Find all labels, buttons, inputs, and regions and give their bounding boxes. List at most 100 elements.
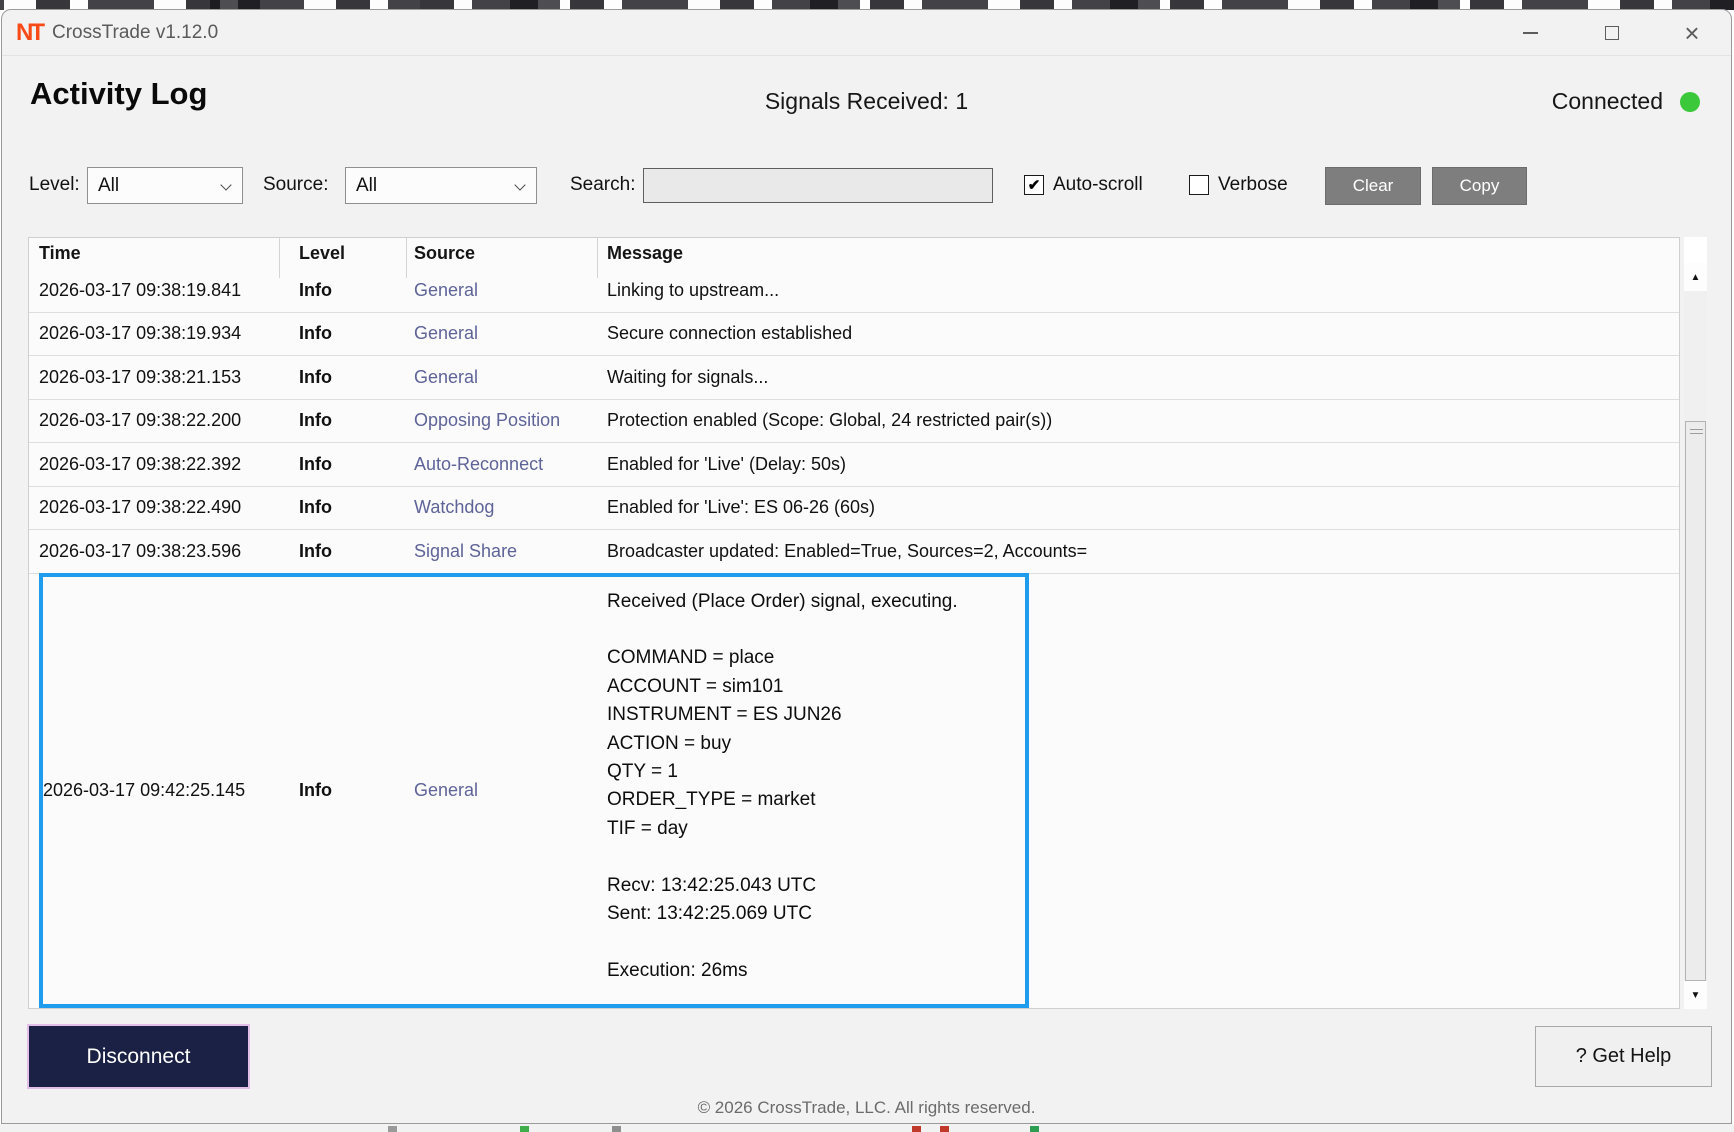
message-line: ACTION = buy (607, 730, 1025, 758)
maximize-icon (1605, 26, 1619, 40)
desktop-speck (388, 1126, 397, 1132)
autoscroll-checkbox[interactable]: ✔ (1024, 175, 1044, 195)
cell-source[interactable]: Auto-Reconnect (406, 454, 597, 475)
cell-message: Secure connection established (597, 323, 1679, 344)
disconnect-button[interactable]: Disconnect (29, 1026, 248, 1087)
message-line: QTY = 1 (607, 758, 1025, 786)
check-icon: ✔ (1028, 176, 1041, 194)
level-filter-value: All (98, 175, 119, 197)
source-filter-label: Source: (263, 174, 328, 196)
cell-time: 2026-03-17 09:38:23.596 (29, 541, 279, 562)
copy-button[interactable]: Copy (1432, 167, 1527, 205)
app-logo-icon: NT (16, 19, 42, 47)
level-filter-select[interactable]: All (87, 167, 243, 204)
message-line (607, 928, 1025, 956)
column-header-level[interactable]: Level (279, 243, 406, 264)
desktop-edge-artifact (0, 1124, 1734, 1132)
cell-level: Info (279, 541, 406, 562)
app-window: NT CrossTrade v1.12.0 × Activity Log Sig… (1, 9, 1732, 1124)
cell-message: Enabled for 'Live' (Delay: 50s) (597, 454, 1679, 475)
log-row[interactable]: 2026-03-17 09:38:21.153InfoGeneralWaitin… (29, 356, 1679, 400)
search-label: Search: (570, 174, 635, 196)
log-rows: 2026-03-17 09:38:19.841InfoGeneralLinkin… (29, 269, 1679, 1008)
window-title: CrossTrade v1.12.0 (52, 22, 218, 44)
table-header-row: Time Level Source Message (29, 238, 1679, 269)
cell-level: Info (279, 497, 406, 518)
cell-source[interactable]: General (406, 367, 597, 388)
verbose-label: Verbose (1218, 174, 1288, 196)
column-header-source[interactable]: Source (406, 243, 597, 264)
connection-status-label: Connected (1552, 88, 1663, 115)
vertical-scrollbar[interactable]: ▲ ▼ (1684, 237, 1707, 1009)
cell-source[interactable]: Opposing Position (406, 410, 597, 431)
cell-time: 2026-03-17 09:38:19.841 (29, 280, 279, 301)
cell-level: Info (279, 454, 406, 475)
scrollbar-corner (1684, 237, 1707, 263)
scroll-down-button[interactable]: ▼ (1684, 981, 1707, 1009)
signals-received-counter: Signals Received: 1 (2, 88, 1731, 115)
scroll-down-icon: ▼ (1691, 990, 1701, 1001)
cell-level: Info (279, 577, 406, 1005)
cell-source[interactable]: General (406, 577, 597, 1005)
status-dot-icon (1680, 92, 1700, 112)
verbose-checkbox[interactable] (1189, 175, 1209, 195)
maximize-button[interactable] (1582, 10, 1642, 56)
cell-source[interactable]: General (406, 323, 597, 344)
cell-message: Enabled for 'Live': ES 06-26 (60s) (597, 497, 1679, 518)
message-line: ACCOUNT = sim101 (607, 673, 1025, 701)
message-line: ORDER_TYPE = market (607, 786, 1025, 814)
log-row[interactable]: 2026-03-17 09:38:23.596InfoSignal ShareB… (29, 530, 1679, 574)
close-icon: × (1684, 20, 1699, 46)
source-filter-value: All (356, 175, 377, 197)
column-divider (597, 238, 598, 278)
search-input[interactable] (643, 168, 993, 203)
scroll-up-button[interactable]: ▲ (1684, 263, 1707, 291)
cell-source[interactable]: Watchdog (406, 497, 597, 518)
scroll-up-icon: ▲ (1691, 272, 1701, 283)
message-line: Sent: 13:42:25.069 UTC (607, 900, 1025, 928)
cell-time: 2026-03-17 09:42:25.145 (43, 577, 279, 1005)
cell-time: 2026-03-17 09:38:22.200 (29, 410, 279, 431)
message-line: TIF = day (607, 815, 1025, 843)
chevron-down-icon (220, 179, 231, 190)
desktop-speck (1030, 1126, 1039, 1132)
cell-source[interactable]: General (406, 280, 597, 301)
cell-message: Waiting for signals... (597, 367, 1679, 388)
source-filter-select[interactable]: All (345, 167, 537, 204)
clear-button[interactable]: Clear (1325, 167, 1421, 205)
column-header-time[interactable]: Time (29, 243, 279, 264)
log-row[interactable]: 2026-03-17 09:38:19.841InfoGeneralLinkin… (29, 269, 1679, 313)
column-header-message[interactable]: Message (597, 243, 1679, 264)
autoscroll-label: Auto-scroll (1053, 174, 1143, 196)
connection-status: Connected (1552, 88, 1700, 115)
get-help-button[interactable]: ? Get Help (1535, 1026, 1712, 1087)
activity-log-table: Time Level Source Message 2026-03-17 09:… (28, 237, 1680, 1009)
log-row[interactable]: 2026-03-17 09:38:22.392InfoAuto-Reconnec… (29, 443, 1679, 487)
cell-message: Broadcaster updated: Enabled=True, Sourc… (597, 541, 1679, 562)
copyright-text: © 2026 CrossTrade, LLC. All rights reser… (2, 1098, 1731, 1118)
close-button[interactable]: × (1662, 10, 1722, 56)
cell-source[interactable]: Signal Share (406, 541, 597, 562)
cell-level: Info (279, 280, 406, 301)
minimize-button[interactable] (1500, 10, 1560, 56)
message-line: Execution: 26ms (607, 957, 1025, 985)
cell-message: Linking to upstream... (597, 280, 1679, 301)
message-line: Received (Place Order) signal, executing… (607, 588, 1025, 616)
cell-message: Received (Place Order) signal, executing… (597, 577, 1025, 1005)
chevron-down-icon (514, 179, 525, 190)
log-row[interactable]: 2026-03-17 09:38:22.200InfoOpposing Posi… (29, 400, 1679, 444)
desktop-speck (912, 1126, 921, 1132)
log-row[interactable]: 2026-03-17 09:38:22.490InfoWatchdogEnabl… (29, 487, 1679, 531)
cell-time: 2026-03-17 09:38:21.153 (29, 367, 279, 388)
cell-time: 2026-03-17 09:38:22.490 (29, 497, 279, 518)
cell-time: 2026-03-17 09:38:19.934 (29, 323, 279, 344)
message-line: COMMAND = place (607, 644, 1025, 672)
desktop-speck (612, 1126, 621, 1132)
scrollbar-thumb[interactable] (1685, 421, 1706, 981)
message-line (607, 843, 1025, 871)
cell-level: Info (279, 410, 406, 431)
minimize-icon (1523, 32, 1538, 34)
log-row[interactable]: 2026-03-17 09:38:19.934InfoGeneralSecure… (29, 313, 1679, 357)
level-filter-label: Level: (29, 174, 80, 196)
log-row-highlighted[interactable]: 2026-03-17 09:42:25.145InfoGeneral Receiv… (29, 574, 1679, 1009)
